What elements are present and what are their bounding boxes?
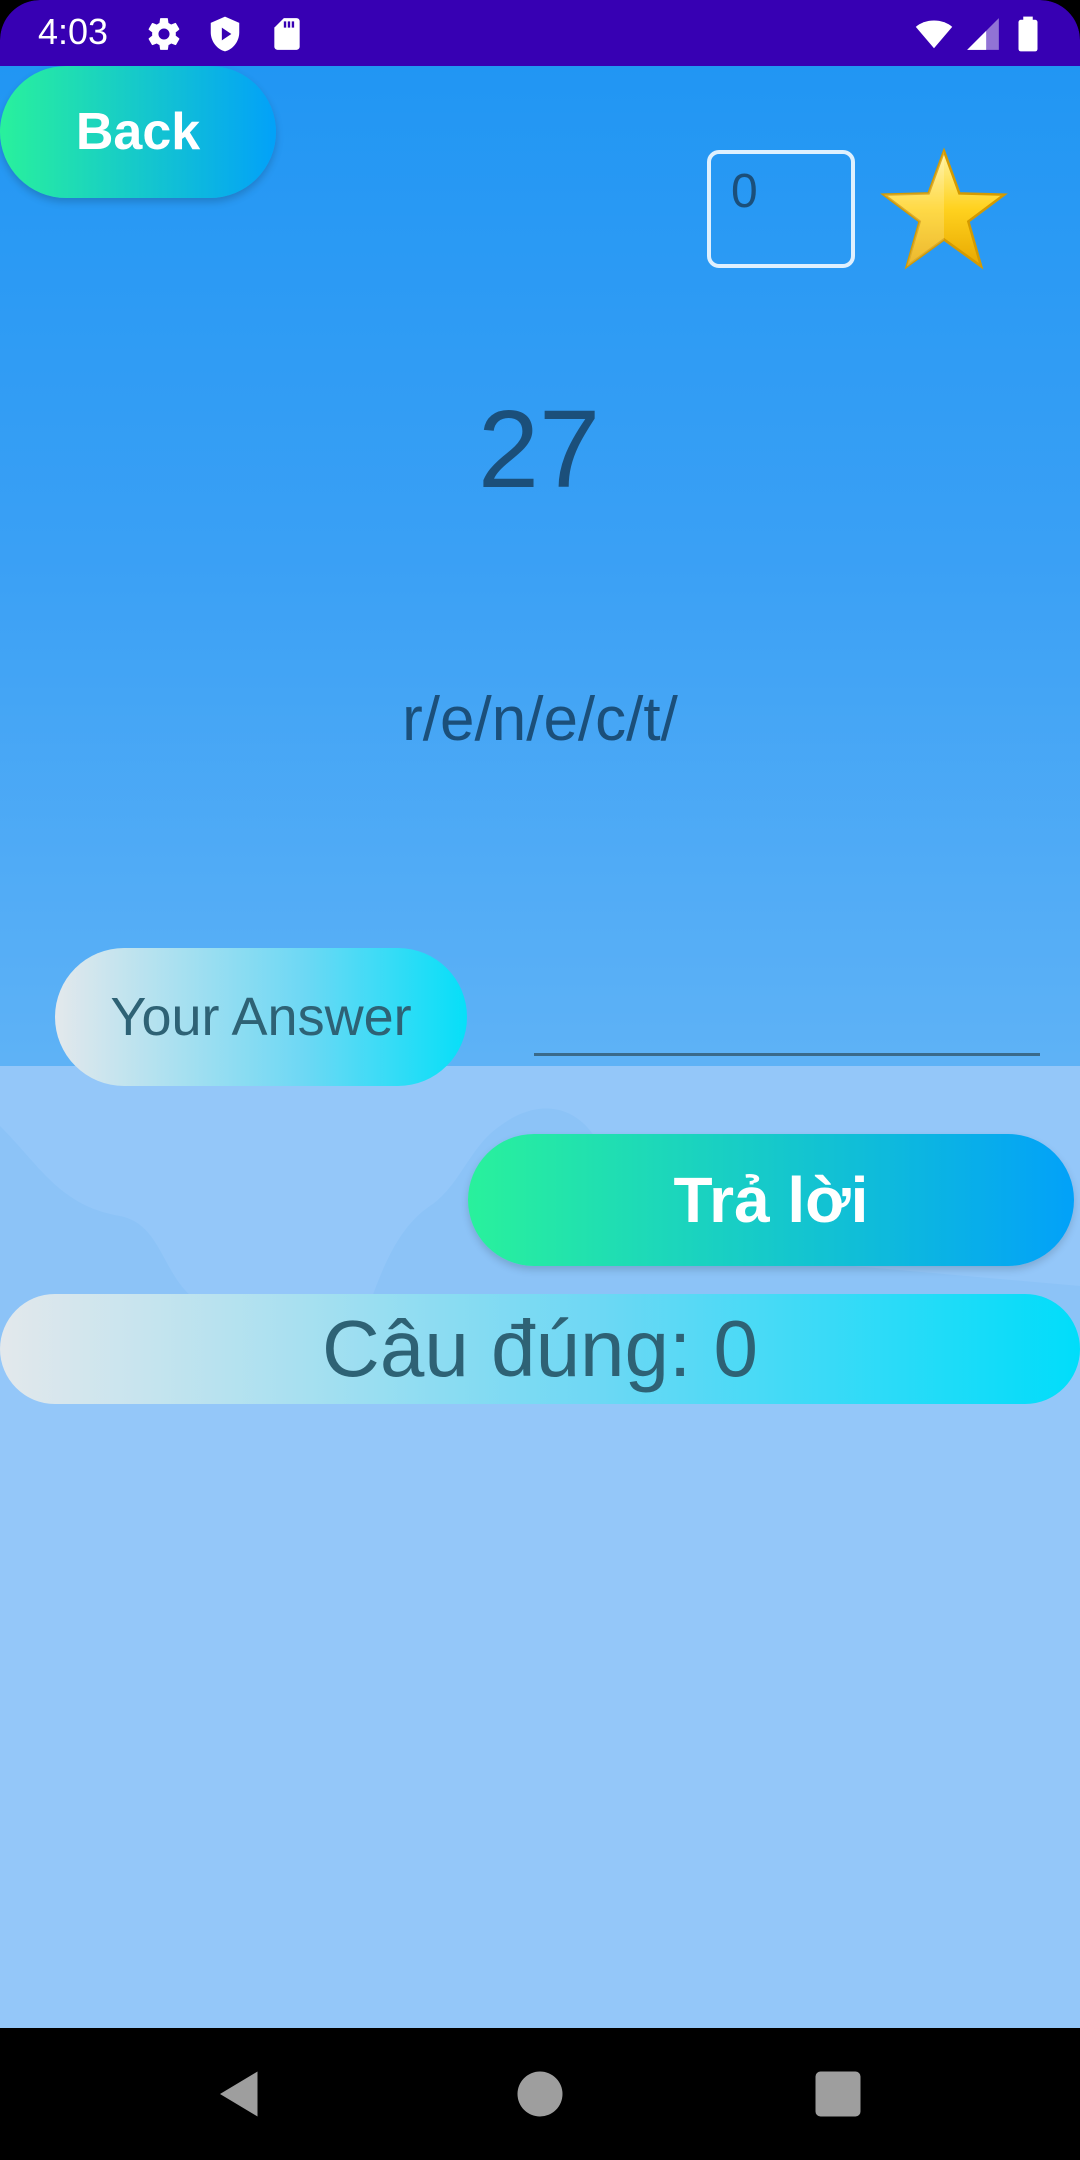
scrambled-word: r/e/n/e/c/t/ [402,685,678,754]
question-number: 27 [0,386,1080,513]
status-bar: 4:03 [0,0,1080,66]
home-nav-icon[interactable] [510,2064,570,2124]
answer-label: Your Answer [55,948,467,1086]
correct-count-bar: Câu đúng: 0 [0,1294,1080,1404]
phone-screen: 4:03 Back 0 27 r/e/n/e/c/t/ Your Answer … [0,0,1080,2160]
back-button[interactable]: Back [0,66,276,198]
sd-card-icon [274,18,300,50]
answer-input[interactable] [534,966,1040,1056]
submit-answer-button[interactable]: Trả lời [468,1134,1074,1266]
signal-icon [967,18,999,50]
recents-nav-icon[interactable] [808,2064,868,2124]
gear-icon [148,18,180,50]
wifi-icon [915,20,953,49]
back-nav-icon[interactable] [210,2064,270,2124]
question-number-text: 27 [477,388,601,511]
navigation-bar [0,2028,1080,2160]
score-box: 0 [707,150,855,268]
status-time: 4:03 [38,11,109,52]
game-screen: Back 0 27 r/e/n/e/c/t/ Your Answer Trả l… [0,66,1080,2028]
shield-icon [210,16,240,52]
battery-icon [1018,16,1038,52]
star-icon [880,147,1008,270]
